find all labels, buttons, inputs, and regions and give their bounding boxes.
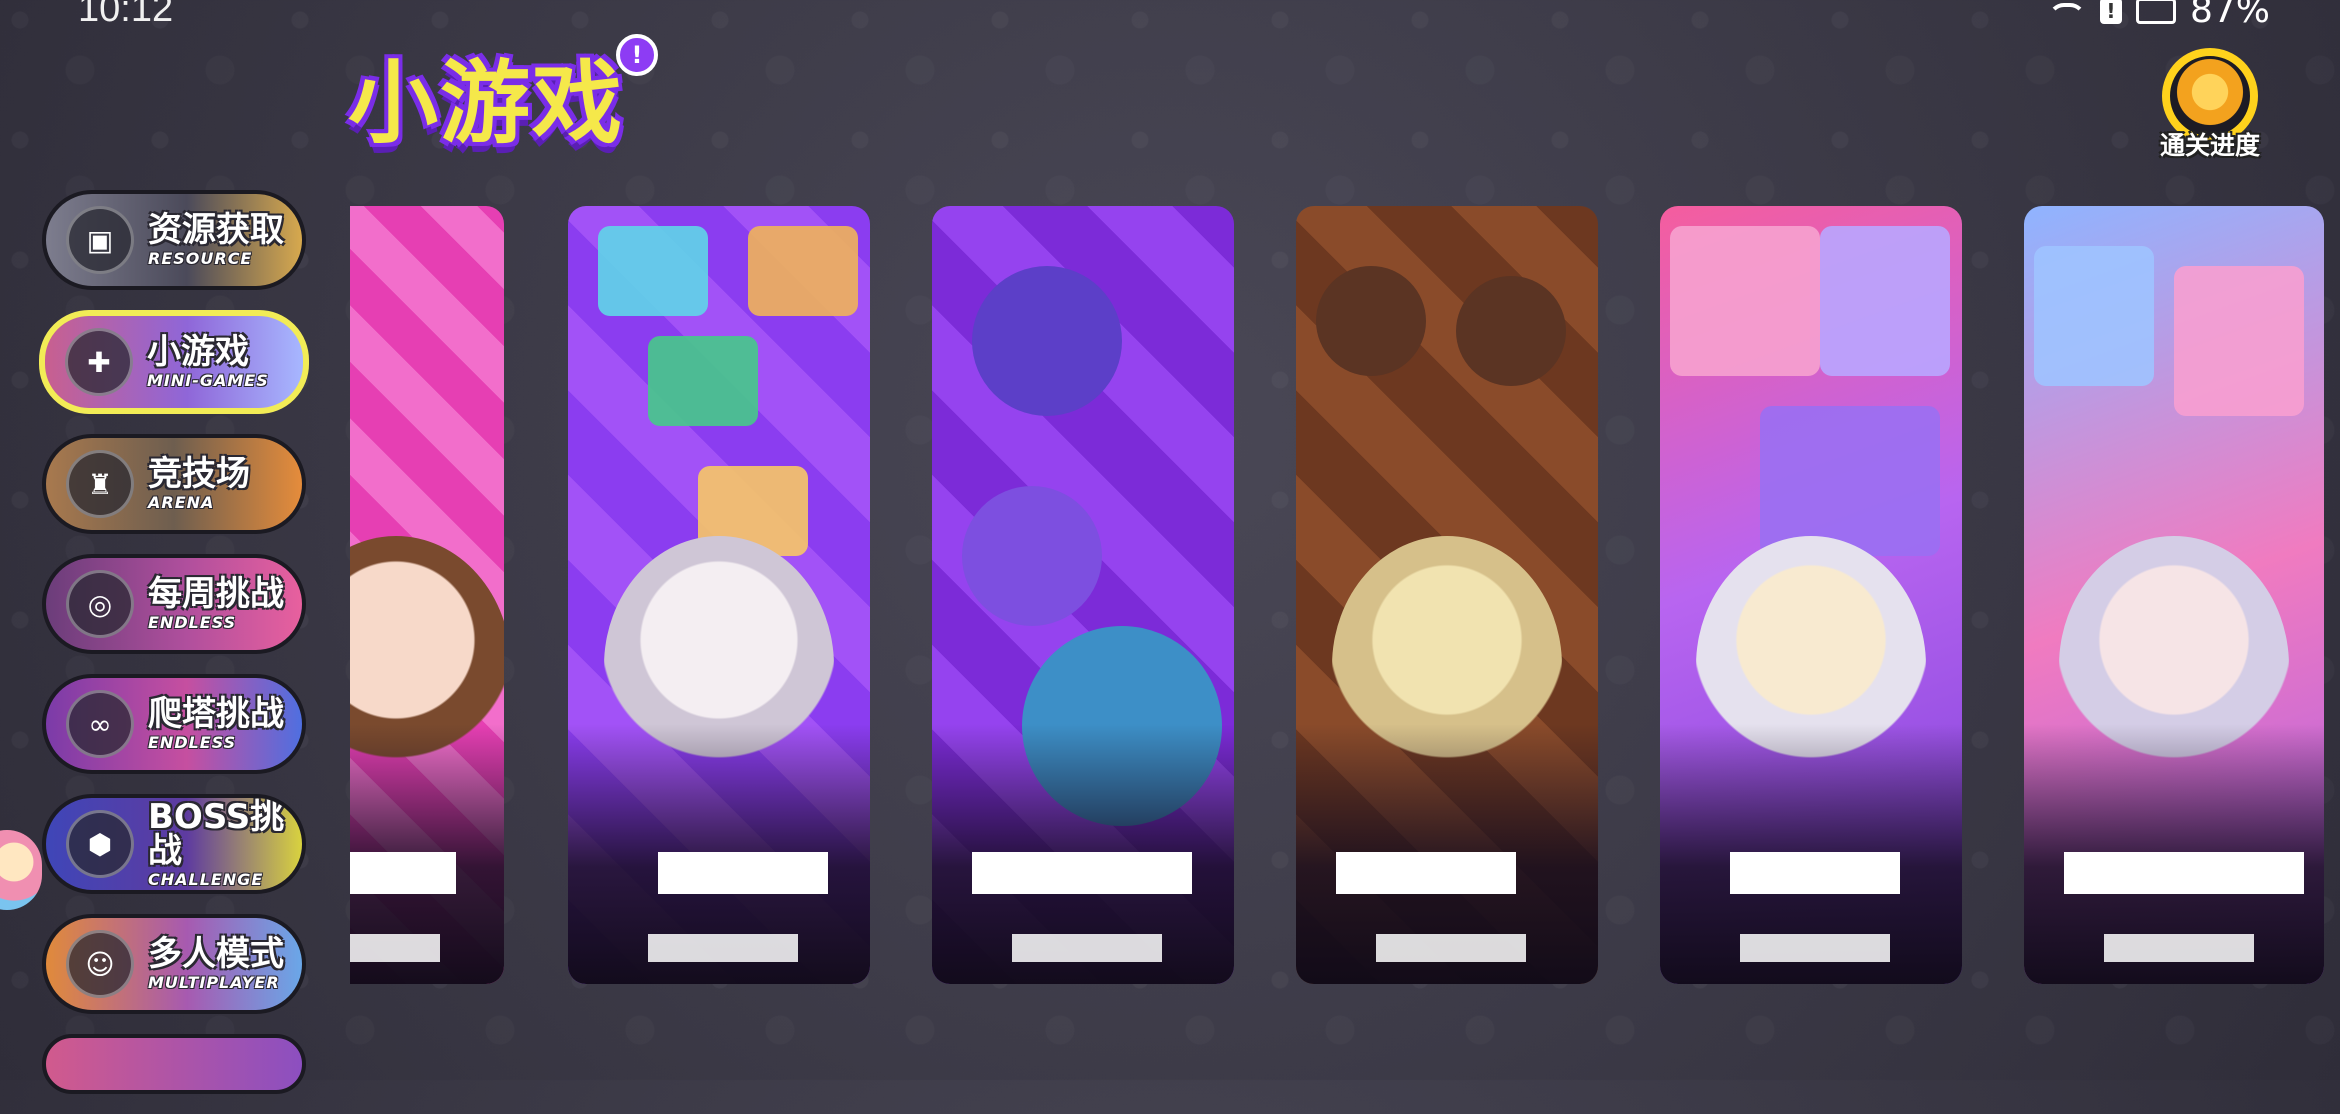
- card-artwork: [972, 266, 1122, 416]
- card-artwork: [1670, 226, 1820, 376]
- mini-game-card[interactable]: [2024, 206, 2324, 984]
- sidebar-item-partial[interactable]: [42, 1034, 306, 1094]
- card-artwork: [1820, 226, 1950, 376]
- card-title-redacted: [1336, 852, 1516, 894]
- alert-icon: !: [2099, 0, 2122, 24]
- battery-level: 87%: [2189, 0, 2270, 31]
- card-artwork: [962, 486, 1102, 626]
- card-subtitle-redacted: [2104, 934, 2254, 962]
- mini-game-card[interactable]: [568, 206, 870, 984]
- clear-progress-label: 通关进度: [2159, 131, 2260, 160]
- card-subtitle-redacted: [1740, 934, 1890, 962]
- card-artwork: [2174, 266, 2304, 416]
- gift-box-art: [648, 336, 758, 426]
- battery-icon: [2135, 0, 2176, 24]
- gift-box-art: [748, 226, 858, 316]
- mini-game-card[interactable]: [1296, 206, 1598, 984]
- card-artwork: [1760, 406, 1940, 556]
- card-title-redacted: [1730, 852, 1900, 894]
- card-subtitle-redacted: [1012, 934, 1162, 962]
- status-time: 10:12: [78, 0, 174, 30]
- card-title-redacted: [658, 852, 828, 894]
- wifi-icon: [2047, 2, 2086, 19]
- page-title: 小游戏: [348, 51, 624, 156]
- status-icons: ! 87%: [2047, 0, 2270, 31]
- card-subtitle-redacted: [648, 934, 798, 962]
- card-artwork: [1456, 276, 1566, 386]
- mini-game-carousel: [0, 206, 2340, 986]
- card-title-redacted: [2064, 852, 2304, 894]
- gift-box-art: [598, 226, 708, 316]
- card-artwork: [1316, 266, 1426, 376]
- card-title-redacted: [972, 852, 1192, 894]
- card-title-redacted: [350, 852, 456, 894]
- mini-game-card[interactable]: [932, 206, 1234, 984]
- card-subtitle-redacted: [1376, 934, 1526, 962]
- mini-game-card[interactable]: [350, 206, 504, 984]
- mini-game-card[interactable]: [1660, 206, 1962, 984]
- title-badge: !: [616, 34, 658, 76]
- card-artwork: [2034, 246, 2154, 386]
- card-subtitle-redacted: [350, 934, 440, 962]
- clear-progress-button[interactable]: 通关进度: [2150, 48, 2270, 160]
